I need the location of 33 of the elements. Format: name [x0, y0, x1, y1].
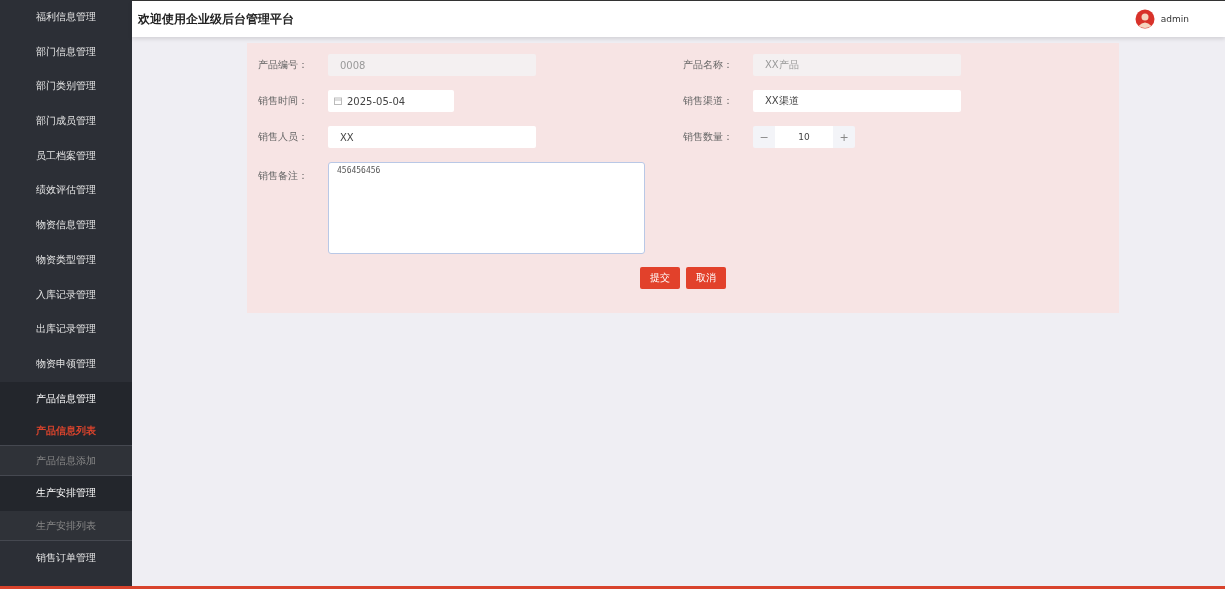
field-label: 产品编号： — [258, 58, 309, 72]
avatar-icon[interactable] — [1134, 9, 1155, 29]
field-label: 销售渠道： — [683, 94, 734, 108]
sidebar-item[interactable]: 部门成员管理 — [0, 104, 132, 139]
sidebar-item[interactable]: 物资类型管理 — [0, 242, 132, 278]
sidebar-item[interactable]: 绩效评估管理 — [0, 173, 132, 209]
number-field[interactable]: 10 — [775, 126, 833, 148]
date-field[interactable]: 2025-05-04 — [328, 90, 454, 112]
field-label: 产品名称： — [683, 58, 734, 72]
cancel-button[interactable]: 取消 — [686, 267, 726, 289]
sidebar-item[interactable]: 部门信息管理 — [0, 34, 132, 70]
field-label: 销售时间： — [258, 94, 309, 108]
field-label: 销售人员： — [258, 130, 309, 144]
field-label: 销售备注： — [258, 169, 309, 183]
input-field[interactable]: XX渠道 — [753, 90, 961, 112]
input-field[interactable]: XX — [328, 126, 536, 148]
sidebar-item[interactable]: 部门类别管理 — [0, 69, 132, 105]
sidebar-item[interactable]: 产品信息管理 — [0, 381, 132, 417]
text-area[interactable]: 456456456 — [328, 162, 645, 254]
sidebar-item[interactable]: 销售订单管理 — [0, 540, 132, 576]
calendar-icon — [334, 97, 342, 105]
sidebar-item[interactable]: 生产安排管理 — [0, 476, 132, 511]
sidebar-item[interactable]: 物资申领管理 — [0, 346, 132, 382]
sidebar-item[interactable]: 出库记录管理 — [0, 312, 132, 347]
page-title: 欢迎使用企业级后台管理平台 — [138, 10, 294, 28]
sidebar-item[interactable]: 员工档案管理 — [0, 138, 132, 174]
date-value: 2025-05-04 — [347, 95, 406, 107]
sidebar-item[interactable]: 福利信息管理 — [0, 0, 132, 35]
sidebar-item[interactable]: 物资信息管理 — [0, 208, 132, 243]
field-label: 销售数量： — [683, 130, 734, 144]
sidebar-item[interactable]: 入库记录管理 — [0, 277, 132, 313]
submit-button[interactable]: 提交 — [640, 267, 680, 289]
user-name[interactable]: admin — [1160, 14, 1189, 24]
